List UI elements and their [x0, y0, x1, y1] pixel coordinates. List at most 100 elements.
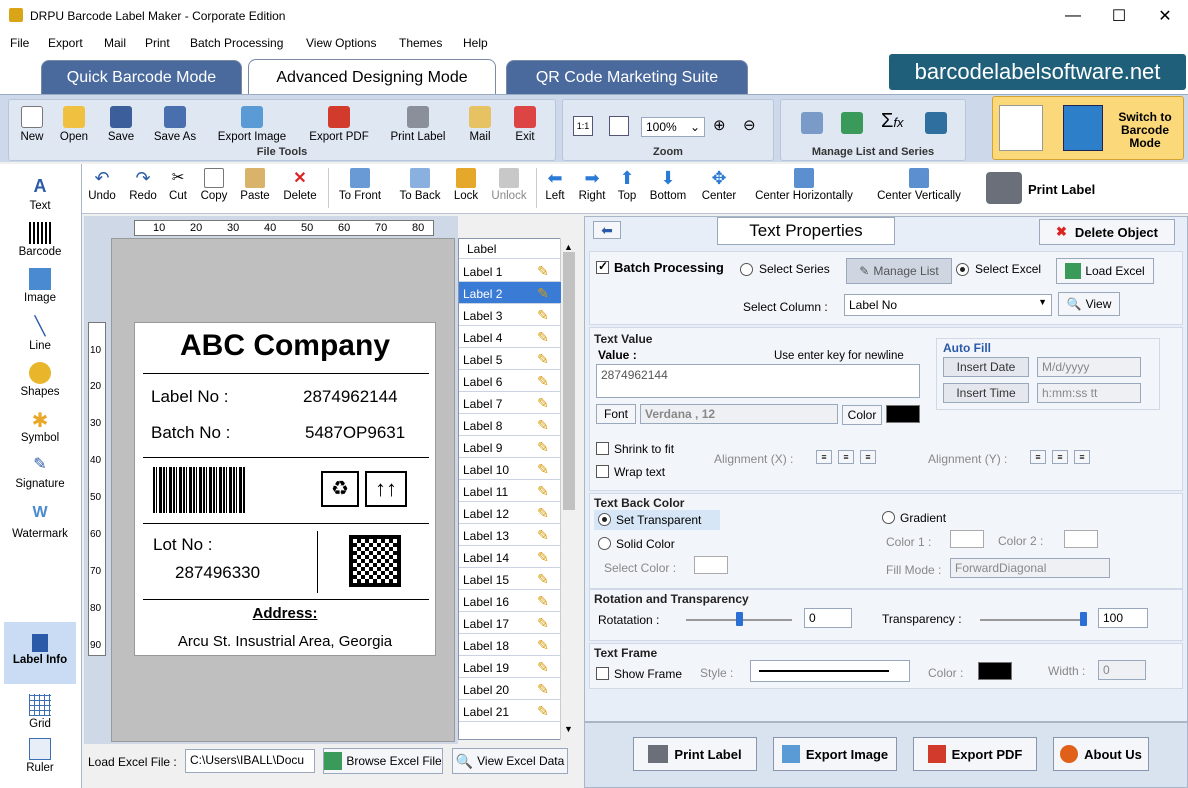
- formula-icon[interactable]: Σfx: [881, 110, 904, 133]
- edit-pencil-icon[interactable]: ✎: [532, 393, 554, 413]
- transparency-slider-thumb[interactable]: [1080, 612, 1087, 626]
- batch-processing-checkbox[interactable]: [596, 259, 609, 274]
- shrink-to-fit-checkbox[interactable]: [596, 442, 609, 455]
- center-button[interactable]: ✥ Center: [698, 168, 740, 202]
- barcode-image[interactable]: [153, 467, 245, 513]
- edit-pencil-icon[interactable]: ✎: [532, 327, 554, 347]
- batch-no-key[interactable]: Batch No :: [151, 423, 230, 443]
- delete-object-button[interactable]: ✖ Delete Object: [1039, 219, 1175, 245]
- manage-list-button[interactable]: ✎ Manage List: [846, 258, 952, 284]
- edit-pencil-icon[interactable]: ✎: [532, 371, 554, 391]
- align-left-button[interactable]: ⬅ Left: [542, 168, 568, 202]
- bottom-export-pdf-button[interactable]: Export PDF: [913, 737, 1037, 771]
- save-as-button[interactable]: Save As: [149, 106, 201, 143]
- actual-size-icon[interactable]: 1:1: [573, 116, 593, 136]
- address-value[interactable]: Arcu St. Insustrial Area, Georgia: [135, 633, 435, 650]
- undo-button[interactable]: ↶ Undo: [88, 168, 116, 202]
- date-format-dropdown[interactable]: M/d/yyyy: [1037, 357, 1141, 377]
- edit-pencil-icon[interactable]: ✎: [532, 261, 554, 281]
- transparency-slider-track[interactable]: [980, 619, 1086, 621]
- align-right-button[interactable]: ➡ Right: [576, 168, 608, 202]
- unlock-button[interactable]: Unlock: [488, 168, 530, 202]
- label-list-scrollbar[interactable]: ▲ ▼: [560, 238, 578, 740]
- frame-style-dropdown[interactable]: [750, 660, 910, 682]
- toolbar-print-label-button[interactable]: Print Label: [984, 170, 1114, 208]
- fit-icon[interactable]: [609, 116, 629, 136]
- edit-pencil-icon[interactable]: ✎: [532, 657, 554, 677]
- edit-pencil-icon[interactable]: ✎: [532, 635, 554, 655]
- this-side-up-icon[interactable]: ↑↑: [365, 471, 407, 507]
- ruler-tool[interactable]: Ruler: [0, 738, 80, 774]
- watermark-tool[interactable]: W Watermark: [0, 504, 80, 540]
- menu-themes[interactable]: Themes: [399, 36, 442, 50]
- to-back-button[interactable]: To Back: [396, 168, 444, 202]
- edit-pencil-icon[interactable]: ✎: [532, 305, 554, 325]
- time-format-dropdown[interactable]: h:mm:ss tt: [1037, 383, 1141, 403]
- rotation-input[interactable]: 0: [804, 608, 852, 628]
- cut-button[interactable]: ✂ Cut: [166, 168, 190, 202]
- menu-file[interactable]: File: [10, 36, 29, 50]
- frame-width-input[interactable]: 0: [1098, 660, 1146, 680]
- insert-date-button[interactable]: Insert Date: [943, 357, 1029, 377]
- menu-print[interactable]: Print: [145, 36, 170, 50]
- insert-time-button[interactable]: Insert Time: [943, 383, 1029, 403]
- image-tool[interactable]: Image: [0, 268, 80, 304]
- edit-pencil-icon[interactable]: ✎: [532, 679, 554, 699]
- bottom-print-label-button[interactable]: Print Label: [633, 737, 757, 771]
- label-no-value[interactable]: 2874962144: [303, 387, 398, 407]
- text-tool[interactable]: A Text: [0, 176, 80, 212]
- paste-button[interactable]: Paste: [238, 168, 272, 202]
- close-button[interactable]: ✕: [1142, 0, 1188, 32]
- align-x-center-button[interactable]: ≡: [838, 450, 854, 464]
- edit-pencil-icon[interactable]: ✎: [532, 701, 554, 721]
- rotation-slider-thumb[interactable]: [736, 612, 743, 626]
- edit-pencil-icon[interactable]: ✎: [532, 437, 554, 457]
- edit-pencil-icon[interactable]: ✎: [532, 591, 554, 611]
- save-button[interactable]: Save: [105, 106, 137, 143]
- grid-tool[interactable]: Grid: [0, 694, 80, 730]
- fragile-symbol-icon[interactable]: ♻: [321, 471, 359, 507]
- align-x-right-button[interactable]: ≡: [860, 450, 876, 464]
- export-image-button[interactable]: Export Image: [211, 106, 293, 143]
- edit-pencil-icon[interactable]: ✎: [532, 503, 554, 523]
- copy-button[interactable]: Copy: [198, 168, 230, 202]
- print-label-button[interactable]: Print Label: [385, 106, 451, 143]
- label-no-key[interactable]: Label No :: [151, 387, 229, 407]
- edit-pencil-icon[interactable]: ✎: [532, 283, 554, 303]
- zoom-in-icon[interactable]: ⊕: [713, 116, 726, 134]
- frame-color-swatch[interactable]: [978, 662, 1012, 680]
- excel-path-input[interactable]: C:\Users\IBALL\Docu: [185, 749, 315, 773]
- menu-view-options[interactable]: View Options: [306, 36, 376, 50]
- symbol-tool[interactable]: ✱ Symbol: [0, 408, 80, 444]
- barcode-tool[interactable]: Barcode: [0, 222, 80, 258]
- view-button[interactable]: 🔍 View: [1058, 292, 1120, 316]
- select-excel-radio[interactable]: [956, 263, 969, 276]
- align-y-bottom-button[interactable]: ≡: [1074, 450, 1090, 464]
- gradient-color2-swatch[interactable]: [1064, 530, 1098, 548]
- menu-help[interactable]: Help: [463, 36, 488, 50]
- menu-export[interactable]: Export: [48, 36, 83, 50]
- edit-pencil-icon[interactable]: ✎: [532, 349, 554, 369]
- load-excel-button[interactable]: Load Excel: [1056, 258, 1154, 284]
- edit-pencil-icon[interactable]: ✎: [532, 569, 554, 589]
- chevron-up-icon[interactable]: ▲: [564, 242, 573, 252]
- align-bottom-button[interactable]: ⬇ Bottom: [646, 168, 690, 202]
- gradient-color1-swatch[interactable]: [950, 530, 984, 548]
- export-pdf-button[interactable]: Export PDF: [305, 106, 373, 143]
- company-name[interactable]: ABC Company: [135, 329, 435, 363]
- zoom-select[interactable]: 100% ⌄: [641, 117, 705, 137]
- zoom-out-icon[interactable]: ⊖: [743, 116, 756, 134]
- menu-batch-processing[interactable]: Batch Processing: [190, 36, 283, 50]
- browse-excel-button[interactable]: Browse Excel File: [323, 748, 443, 774]
- exit-button[interactable]: Exit: [509, 106, 541, 143]
- edit-pencil-icon[interactable]: ✎: [532, 459, 554, 479]
- switch-barcode-mode-button[interactable]: Switch to Barcode Mode: [992, 96, 1184, 160]
- menu-mail[interactable]: Mail: [104, 36, 126, 50]
- mail-button[interactable]: Mail: [463, 106, 497, 143]
- text-color-swatch[interactable]: [886, 405, 920, 423]
- edit-list-icon[interactable]: [801, 112, 823, 134]
- select-color-swatch[interactable]: [694, 556, 728, 574]
- select-series-radio[interactable]: [740, 263, 753, 276]
- chevron-down-icon[interactable]: ▼: [564, 724, 573, 734]
- edit-pencil-icon[interactable]: ✎: [532, 525, 554, 545]
